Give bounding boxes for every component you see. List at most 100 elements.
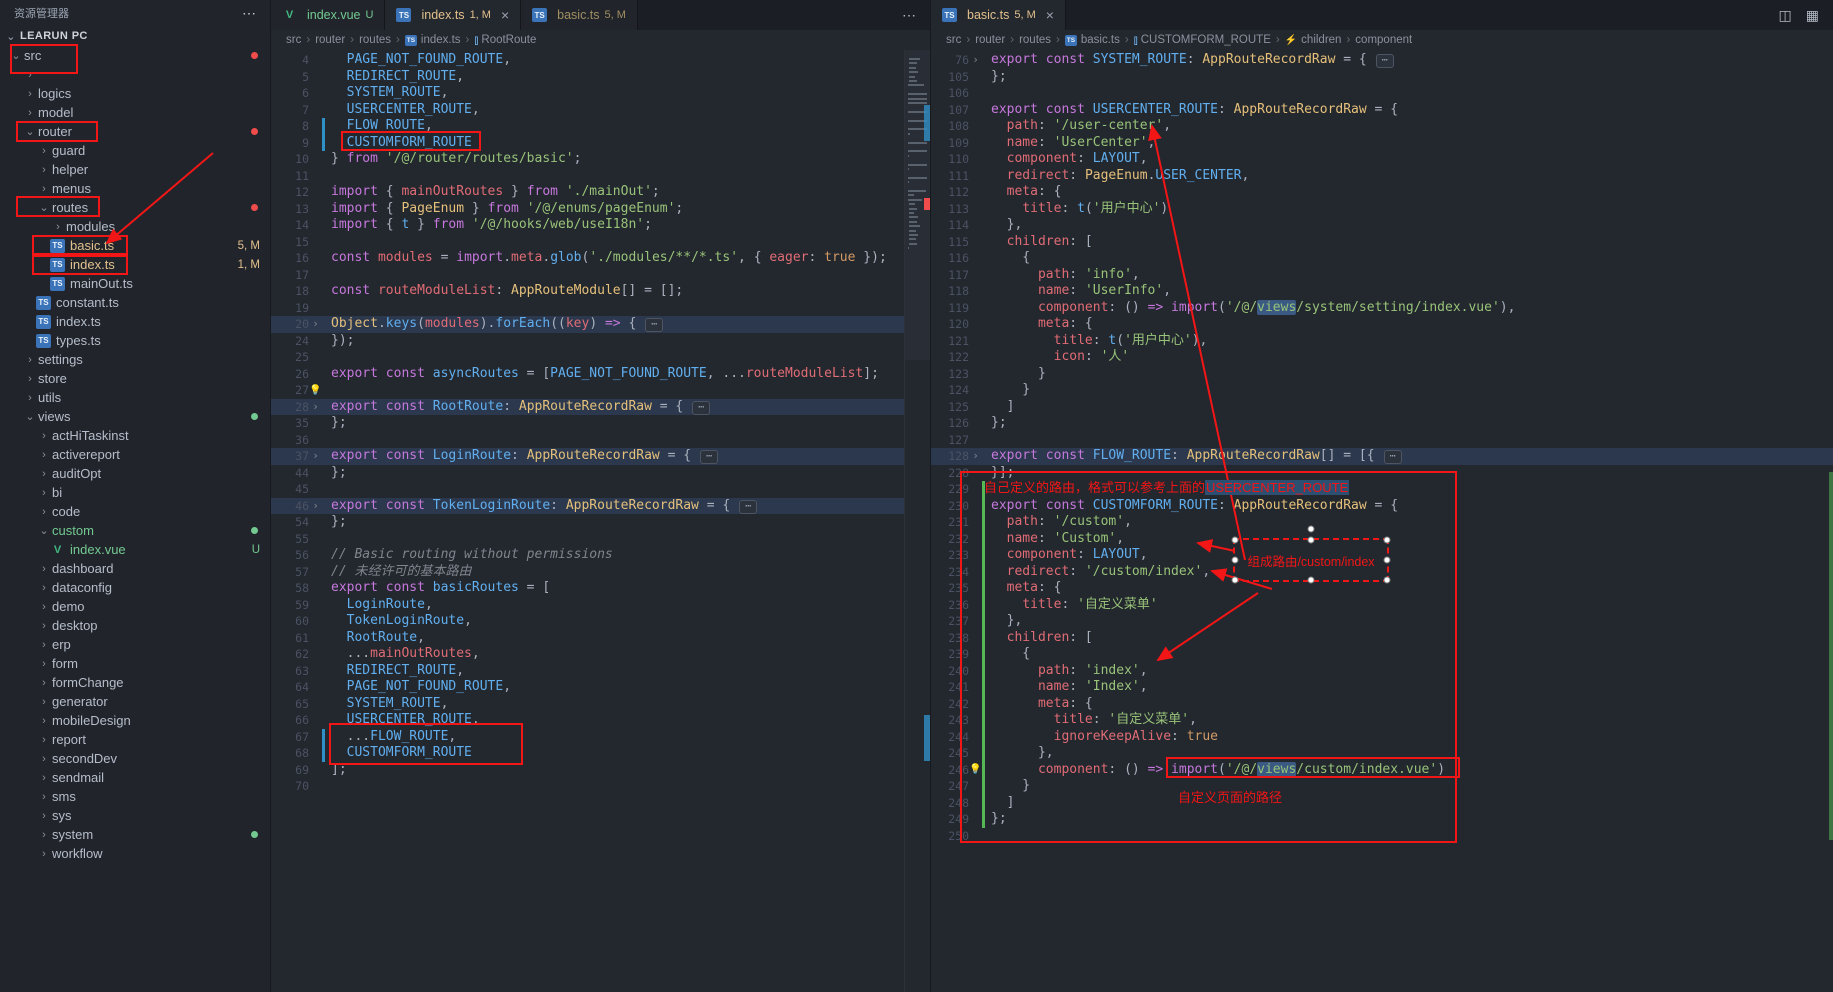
code-line-45[interactable]: 45 bbox=[271, 481, 930, 498]
tree-item-system[interactable]: ›system bbox=[0, 825, 270, 844]
tree-item-dashboard[interactable]: ›dashboard bbox=[0, 559, 270, 578]
folded-ellipsis[interactable]: ⋯ bbox=[692, 401, 710, 415]
code-line-126[interactable]: 126}; bbox=[931, 415, 1833, 432]
split-editor-icon[interactable]: ◫ bbox=[1779, 7, 1792, 24]
line-number[interactable]: 111 bbox=[931, 168, 969, 185]
breadcrumb-item-src[interactable]: src bbox=[946, 34, 961, 46]
line-number[interactable]: 57 bbox=[271, 564, 309, 581]
line-number[interactable]: 4 bbox=[271, 52, 309, 69]
line-number[interactable]: 44 bbox=[271, 465, 309, 482]
code-line-231[interactable]: 231 path: '/custom', bbox=[931, 514, 1833, 531]
line-number[interactable]: 20 bbox=[271, 316, 309, 333]
tree-item-settings[interactable]: ›settings bbox=[0, 350, 270, 369]
code-line-25[interactable]: 25 bbox=[271, 349, 930, 366]
close-tab-icon[interactable]: × bbox=[1046, 8, 1054, 22]
tree-item-types.ts[interactable]: TStypes.ts bbox=[0, 331, 270, 350]
code-line-16[interactable]: 16const modules = import.meta.glob('./mo… bbox=[271, 250, 930, 267]
tab-index.vue[interactable]: Vindex.vueU bbox=[271, 0, 385, 30]
line-number[interactable]: 233 bbox=[931, 547, 969, 564]
tree-item-obscured[interactable]: › bbox=[0, 65, 270, 84]
tree-item-constant.ts[interactable]: TSconstant.ts bbox=[0, 293, 270, 312]
code-line-18[interactable]: 18const routeModuleList: AppRouteModule[… bbox=[271, 283, 930, 300]
code-line-229[interactable]: 229 bbox=[931, 481, 1833, 498]
breadcrumb-item-component[interactable]: component bbox=[1355, 34, 1412, 46]
line-number[interactable]: 128 bbox=[931, 448, 969, 465]
line-number[interactable]: 229 bbox=[931, 481, 969, 498]
breadcrumb-item-router[interactable]: router bbox=[975, 34, 1005, 46]
line-number[interactable]: 116 bbox=[931, 250, 969, 267]
line-number[interactable]: 35 bbox=[271, 415, 309, 432]
tree-item-modules[interactable]: ›modules bbox=[0, 217, 270, 236]
line-number[interactable]: 231 bbox=[931, 514, 969, 531]
code-line-24[interactable]: 24}); bbox=[271, 333, 930, 350]
code-line-239[interactable]: 239 { bbox=[931, 646, 1833, 663]
line-number[interactable]: 234 bbox=[931, 564, 969, 581]
line-number[interactable]: 60 bbox=[271, 613, 309, 630]
line-number[interactable]: 27 bbox=[271, 382, 309, 399]
line-number[interactable]: 126 bbox=[931, 415, 969, 432]
line-number[interactable]: 117 bbox=[931, 267, 969, 284]
line-number[interactable]: 248 bbox=[931, 795, 969, 812]
code-line-124[interactable]: 124 } bbox=[931, 382, 1833, 399]
tree-item-utils[interactable]: ›utils bbox=[0, 388, 270, 407]
code-line-44[interactable]: 44}; bbox=[271, 465, 930, 482]
line-number[interactable]: 245 bbox=[931, 745, 969, 762]
line-number[interactable]: 28 bbox=[271, 399, 309, 416]
tree-item-actHiTaskinst[interactable]: ›actHiTaskinst bbox=[0, 426, 270, 445]
line-number[interactable]: 59 bbox=[271, 597, 309, 614]
line-number[interactable]: 235 bbox=[931, 580, 969, 597]
line-number[interactable]: 242 bbox=[931, 696, 969, 713]
line-number[interactable]: 61 bbox=[271, 630, 309, 647]
line-number[interactable]: 106 bbox=[931, 85, 969, 102]
code-line-11[interactable]: 11 bbox=[271, 168, 930, 185]
code-line-241[interactable]: 241 name: 'Index', bbox=[931, 679, 1833, 696]
code-line-62[interactable]: 62 ...mainOutRoutes, bbox=[271, 646, 930, 663]
line-number[interactable]: 25 bbox=[271, 349, 309, 366]
tree-item-formChange[interactable]: ›formChange bbox=[0, 673, 270, 692]
line-number[interactable]: 13 bbox=[271, 201, 309, 218]
tree-item-erp[interactable]: ›erp bbox=[0, 635, 270, 654]
code-line-55[interactable]: 55 bbox=[271, 531, 930, 548]
code-line-66[interactable]: 66 USERCENTER_ROUTE, bbox=[271, 712, 930, 729]
tree-item-secondDev[interactable]: ›secondDev bbox=[0, 749, 270, 768]
code-line-106[interactable]: 106 bbox=[931, 85, 1833, 102]
line-number[interactable]: 36 bbox=[271, 432, 309, 449]
code-line-244[interactable]: 244 ignoreKeepAlive: true bbox=[931, 729, 1833, 746]
fold-chevron-icon[interactable]: › bbox=[309, 316, 322, 333]
code-line-13[interactable]: 13import { PageEnum } from '/@/enums/pag… bbox=[271, 201, 930, 218]
code-line-70[interactable]: 70 bbox=[271, 778, 930, 795]
code-line-69[interactable]: 69]; bbox=[271, 762, 930, 779]
tree-item-index.ts[interactable]: TSindex.ts1, M bbox=[0, 255, 270, 274]
code-line-64[interactable]: 64 PAGE_NOT_FOUND_ROUTE, bbox=[271, 679, 930, 696]
line-number[interactable]: 54 bbox=[271, 514, 309, 531]
line-number[interactable]: 246 bbox=[931, 762, 969, 779]
code-line-12[interactable]: 12import { mainOutRoutes } from './mainO… bbox=[271, 184, 930, 201]
code-line-19[interactable]: 19 bbox=[271, 300, 930, 317]
line-number[interactable]: 237 bbox=[931, 613, 969, 630]
code-line-7[interactable]: 7 USERCENTER_ROUTE, bbox=[271, 102, 930, 119]
tree-item-workflow[interactable]: ›workflow bbox=[0, 844, 270, 863]
code-line-240[interactable]: 240 path: 'index', bbox=[931, 663, 1833, 680]
fold-chevron-icon[interactable]: › bbox=[309, 498, 322, 515]
explorer-more-actions-icon[interactable]: ⋯ bbox=[242, 5, 256, 22]
code-line-14[interactable]: 14import { t } from '/@/hooks/web/useI18… bbox=[271, 217, 930, 234]
breadcrumb-item-src[interactable]: src bbox=[286, 34, 301, 46]
line-number[interactable]: 232 bbox=[931, 531, 969, 548]
tree-item-views[interactable]: ⌄views bbox=[0, 407, 270, 426]
code-line-242[interactable]: 242 meta: { bbox=[931, 696, 1833, 713]
code-line-123[interactable]: 123 } bbox=[931, 366, 1833, 383]
code-line-20[interactable]: 20›Object.keys(modules).forEach((key) =>… bbox=[271, 316, 930, 333]
tab-basic.ts[interactable]: TSbasic.ts5, M bbox=[521, 0, 638, 30]
code-line-37[interactable]: 37›export const LoginRoute: AppRouteReco… bbox=[271, 448, 930, 465]
tree-item-mainOut.ts[interactable]: TSmainOut.ts bbox=[0, 274, 270, 293]
tree-item-helper[interactable]: ›helper bbox=[0, 160, 270, 179]
line-number[interactable]: 236 bbox=[931, 597, 969, 614]
line-number[interactable]: 19 bbox=[271, 300, 309, 317]
line-number[interactable]: 107 bbox=[931, 102, 969, 119]
code-line-114[interactable]: 114 }, bbox=[931, 217, 1833, 234]
fold-chevron-icon[interactable]: › bbox=[969, 52, 982, 69]
breadcrumb-item-basic.ts[interactable]: TSbasic.ts bbox=[1065, 34, 1120, 46]
tree-item-src[interactable]: ⌄src bbox=[0, 46, 270, 65]
code-line-250[interactable]: 250 bbox=[931, 828, 1833, 845]
tab-index.ts[interactable]: TSindex.ts1, M× bbox=[385, 0, 521, 30]
